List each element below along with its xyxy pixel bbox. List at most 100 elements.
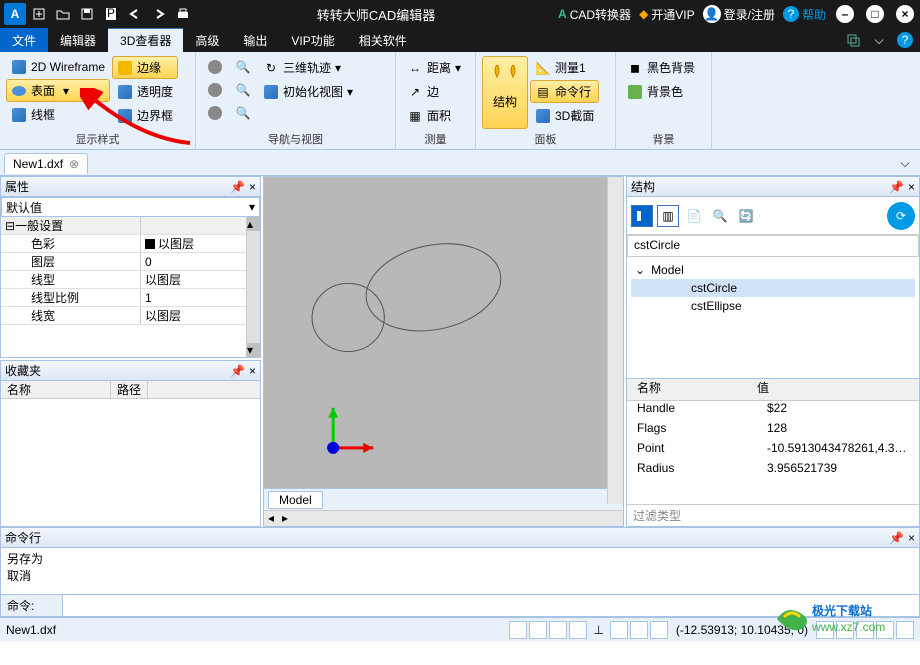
status-btn[interactable] bbox=[650, 621, 668, 639]
maximize-icon[interactable]: □ bbox=[864, 3, 886, 25]
menu-editor[interactable]: 编辑器 bbox=[48, 28, 108, 52]
nav-btn-6[interactable]: 🔍 bbox=[230, 102, 256, 124]
menu-related[interactable]: 相关软件 bbox=[347, 28, 419, 52]
wireframe2d-button[interactable]: 2D Wireframe bbox=[6, 56, 110, 78]
refresh-icon[interactable]: ⟳ bbox=[887, 202, 915, 230]
structure-button[interactable]: 结构 bbox=[482, 56, 528, 129]
properties-dropdown[interactable]: 默认值▾ bbox=[1, 197, 260, 217]
tree-root[interactable]: ⌄Model bbox=[631, 261, 915, 279]
status-btn[interactable] bbox=[529, 621, 547, 639]
cmdline-button[interactable]: ▤命令行 bbox=[530, 80, 599, 103]
close-panel-icon[interactable]: × bbox=[249, 180, 256, 194]
struct-btn-4[interactable]: 🔍 bbox=[709, 205, 731, 227]
nav-btn-1[interactable] bbox=[202, 56, 228, 78]
converter-link[interactable]: ACAD转换器 bbox=[558, 6, 631, 23]
login-link[interactable]: 👤登录/注册 bbox=[703, 5, 775, 23]
distance-button[interactable]: ↔距离▾ bbox=[402, 56, 466, 79]
tree-item[interactable]: cstCircle bbox=[631, 279, 915, 297]
measure1-button[interactable]: 📐测量1 bbox=[530, 56, 599, 79]
nav-btn-4[interactable]: 🔍 bbox=[230, 56, 256, 78]
bg-color-button[interactable]: 背景色 bbox=[622, 80, 700, 103]
status-btn[interactable] bbox=[630, 621, 648, 639]
document-tab[interactable]: New1.dxf ⊗ bbox=[4, 153, 88, 174]
pin-icon[interactable]: 📌 bbox=[230, 364, 245, 378]
redo-icon[interactable] bbox=[148, 3, 170, 25]
save-icon[interactable] bbox=[76, 3, 98, 25]
prop-row[interactable]: 线型比例1 bbox=[1, 289, 260, 307]
close-tab-icon[interactable]: ⊗ bbox=[69, 157, 79, 171]
menu-advanced[interactable]: 高级 bbox=[183, 28, 231, 52]
wireframe-button[interactable]: 线框 bbox=[6, 103, 110, 126]
horizontal-scrollbar[interactable]: ◂▸ bbox=[264, 510, 623, 526]
struct-view-2[interactable]: ▥ bbox=[657, 205, 679, 227]
status-btn[interactable] bbox=[856, 621, 874, 639]
status-btn[interactable] bbox=[549, 621, 567, 639]
pin-icon[interactable]: 📌 bbox=[230, 180, 245, 194]
vertical-scrollbar[interactable] bbox=[607, 177, 623, 504]
edge-button[interactable]: 边缘 bbox=[112, 56, 178, 79]
close-panel-icon[interactable]: × bbox=[249, 364, 256, 378]
black-bg-button[interactable]: ◼黑色背景 bbox=[622, 56, 700, 79]
status-btn[interactable] bbox=[610, 621, 628, 639]
pin-icon[interactable]: 📌 bbox=[889, 180, 904, 194]
sp-name-col[interactable]: 名称 bbox=[627, 379, 757, 400]
prop-row[interactable]: 线型以图层 bbox=[1, 271, 260, 289]
open-icon[interactable] bbox=[52, 3, 74, 25]
nav-btn-2[interactable] bbox=[202, 79, 228, 101]
breadcrumb[interactable]: cstCircle bbox=[627, 235, 919, 257]
status-btn[interactable] bbox=[509, 621, 527, 639]
area-button[interactable]: ▦面积 bbox=[402, 104, 466, 127]
pin-icon[interactable]: 📌 bbox=[889, 531, 904, 545]
menu-output[interactable]: 输出 bbox=[231, 28, 279, 52]
copy-icon[interactable] bbox=[842, 29, 864, 51]
status-coords: (-12.53913; 10.10435; 0) bbox=[676, 623, 808, 637]
model-tab[interactable]: Model bbox=[268, 491, 323, 509]
command-input[interactable] bbox=[63, 595, 919, 616]
collapse-ribbon-icon[interactable]: ⌵ bbox=[868, 29, 890, 51]
status-btn[interactable] bbox=[836, 621, 854, 639]
init-view-button[interactable]: 初始化视图▾ bbox=[258, 80, 358, 103]
print-icon[interactable] bbox=[172, 3, 194, 25]
orbit3d-button[interactable]: ↻三维轨迹▾ bbox=[258, 56, 358, 79]
prop-row[interactable]: 色彩以图层 bbox=[1, 235, 260, 253]
pdf-icon[interactable]: PDF bbox=[100, 3, 122, 25]
viewport[interactable] bbox=[264, 177, 623, 488]
new-icon[interactable] bbox=[28, 3, 50, 25]
prop-row[interactable]: 线宽以图层 bbox=[1, 307, 260, 325]
status-btn[interactable] bbox=[896, 621, 914, 639]
app-logo[interactable]: A bbox=[4, 3, 26, 25]
menu-3d-viewer[interactable]: 3D查看器 bbox=[108, 28, 183, 52]
prop-row[interactable]: 图层0 bbox=[1, 253, 260, 271]
nav-btn-5[interactable]: 🔍 bbox=[230, 79, 256, 101]
menu-vip[interactable]: VIP功能 bbox=[279, 28, 346, 52]
status-btn[interactable] bbox=[569, 621, 587, 639]
close-panel-icon[interactable]: × bbox=[908, 180, 915, 194]
undo-icon[interactable] bbox=[124, 3, 146, 25]
struct-btn-3[interactable]: 📄 bbox=[683, 205, 705, 227]
menu-file[interactable]: 文件 bbox=[0, 28, 48, 52]
close-icon[interactable]: × bbox=[894, 3, 916, 25]
close-panel-icon[interactable]: × bbox=[908, 531, 915, 545]
struct-view-1[interactable] bbox=[631, 205, 653, 227]
status-btn[interactable] bbox=[876, 621, 894, 639]
status-btn[interactable] bbox=[816, 621, 834, 639]
fav-col-path[interactable]: 路径 bbox=[111, 381, 148, 398]
tab-overflow-icon[interactable]: ⌵ bbox=[894, 153, 916, 175]
transparency-button[interactable]: 透明度 bbox=[112, 80, 178, 103]
sp-value-col[interactable]: 值 bbox=[757, 379, 769, 400]
properties-panel: 属性📌× 默认值▾ ⊟ 一般设置 色彩以图层 图层0 线型以图层 线型比例1 线… bbox=[0, 176, 261, 358]
nav-btn-3[interactable] bbox=[202, 102, 228, 124]
struct-btn-5[interactable]: 🔄 bbox=[735, 205, 757, 227]
minimize-icon[interactable]: – bbox=[834, 3, 856, 25]
vip-link[interactable]: ◆开通VIP bbox=[639, 6, 695, 23]
edge-measure-button[interactable]: ↗边 bbox=[402, 80, 466, 103]
scrollbar[interactable]: ▴▾ bbox=[246, 217, 260, 357]
help-link[interactable]: ?帮助 bbox=[783, 6, 826, 23]
tree-item[interactable]: cstEllipse bbox=[631, 297, 915, 315]
fav-col-name[interactable]: 名称 bbox=[1, 381, 111, 398]
surface-button[interactable]: 表面▾ bbox=[6, 79, 110, 102]
help-icon[interactable]: ? bbox=[894, 29, 916, 51]
section3d-button[interactable]: 3D截面 bbox=[530, 104, 599, 127]
filter-type[interactable]: 过滤类型 bbox=[627, 504, 919, 526]
bbox-button[interactable]: 边界框 bbox=[112, 104, 178, 127]
